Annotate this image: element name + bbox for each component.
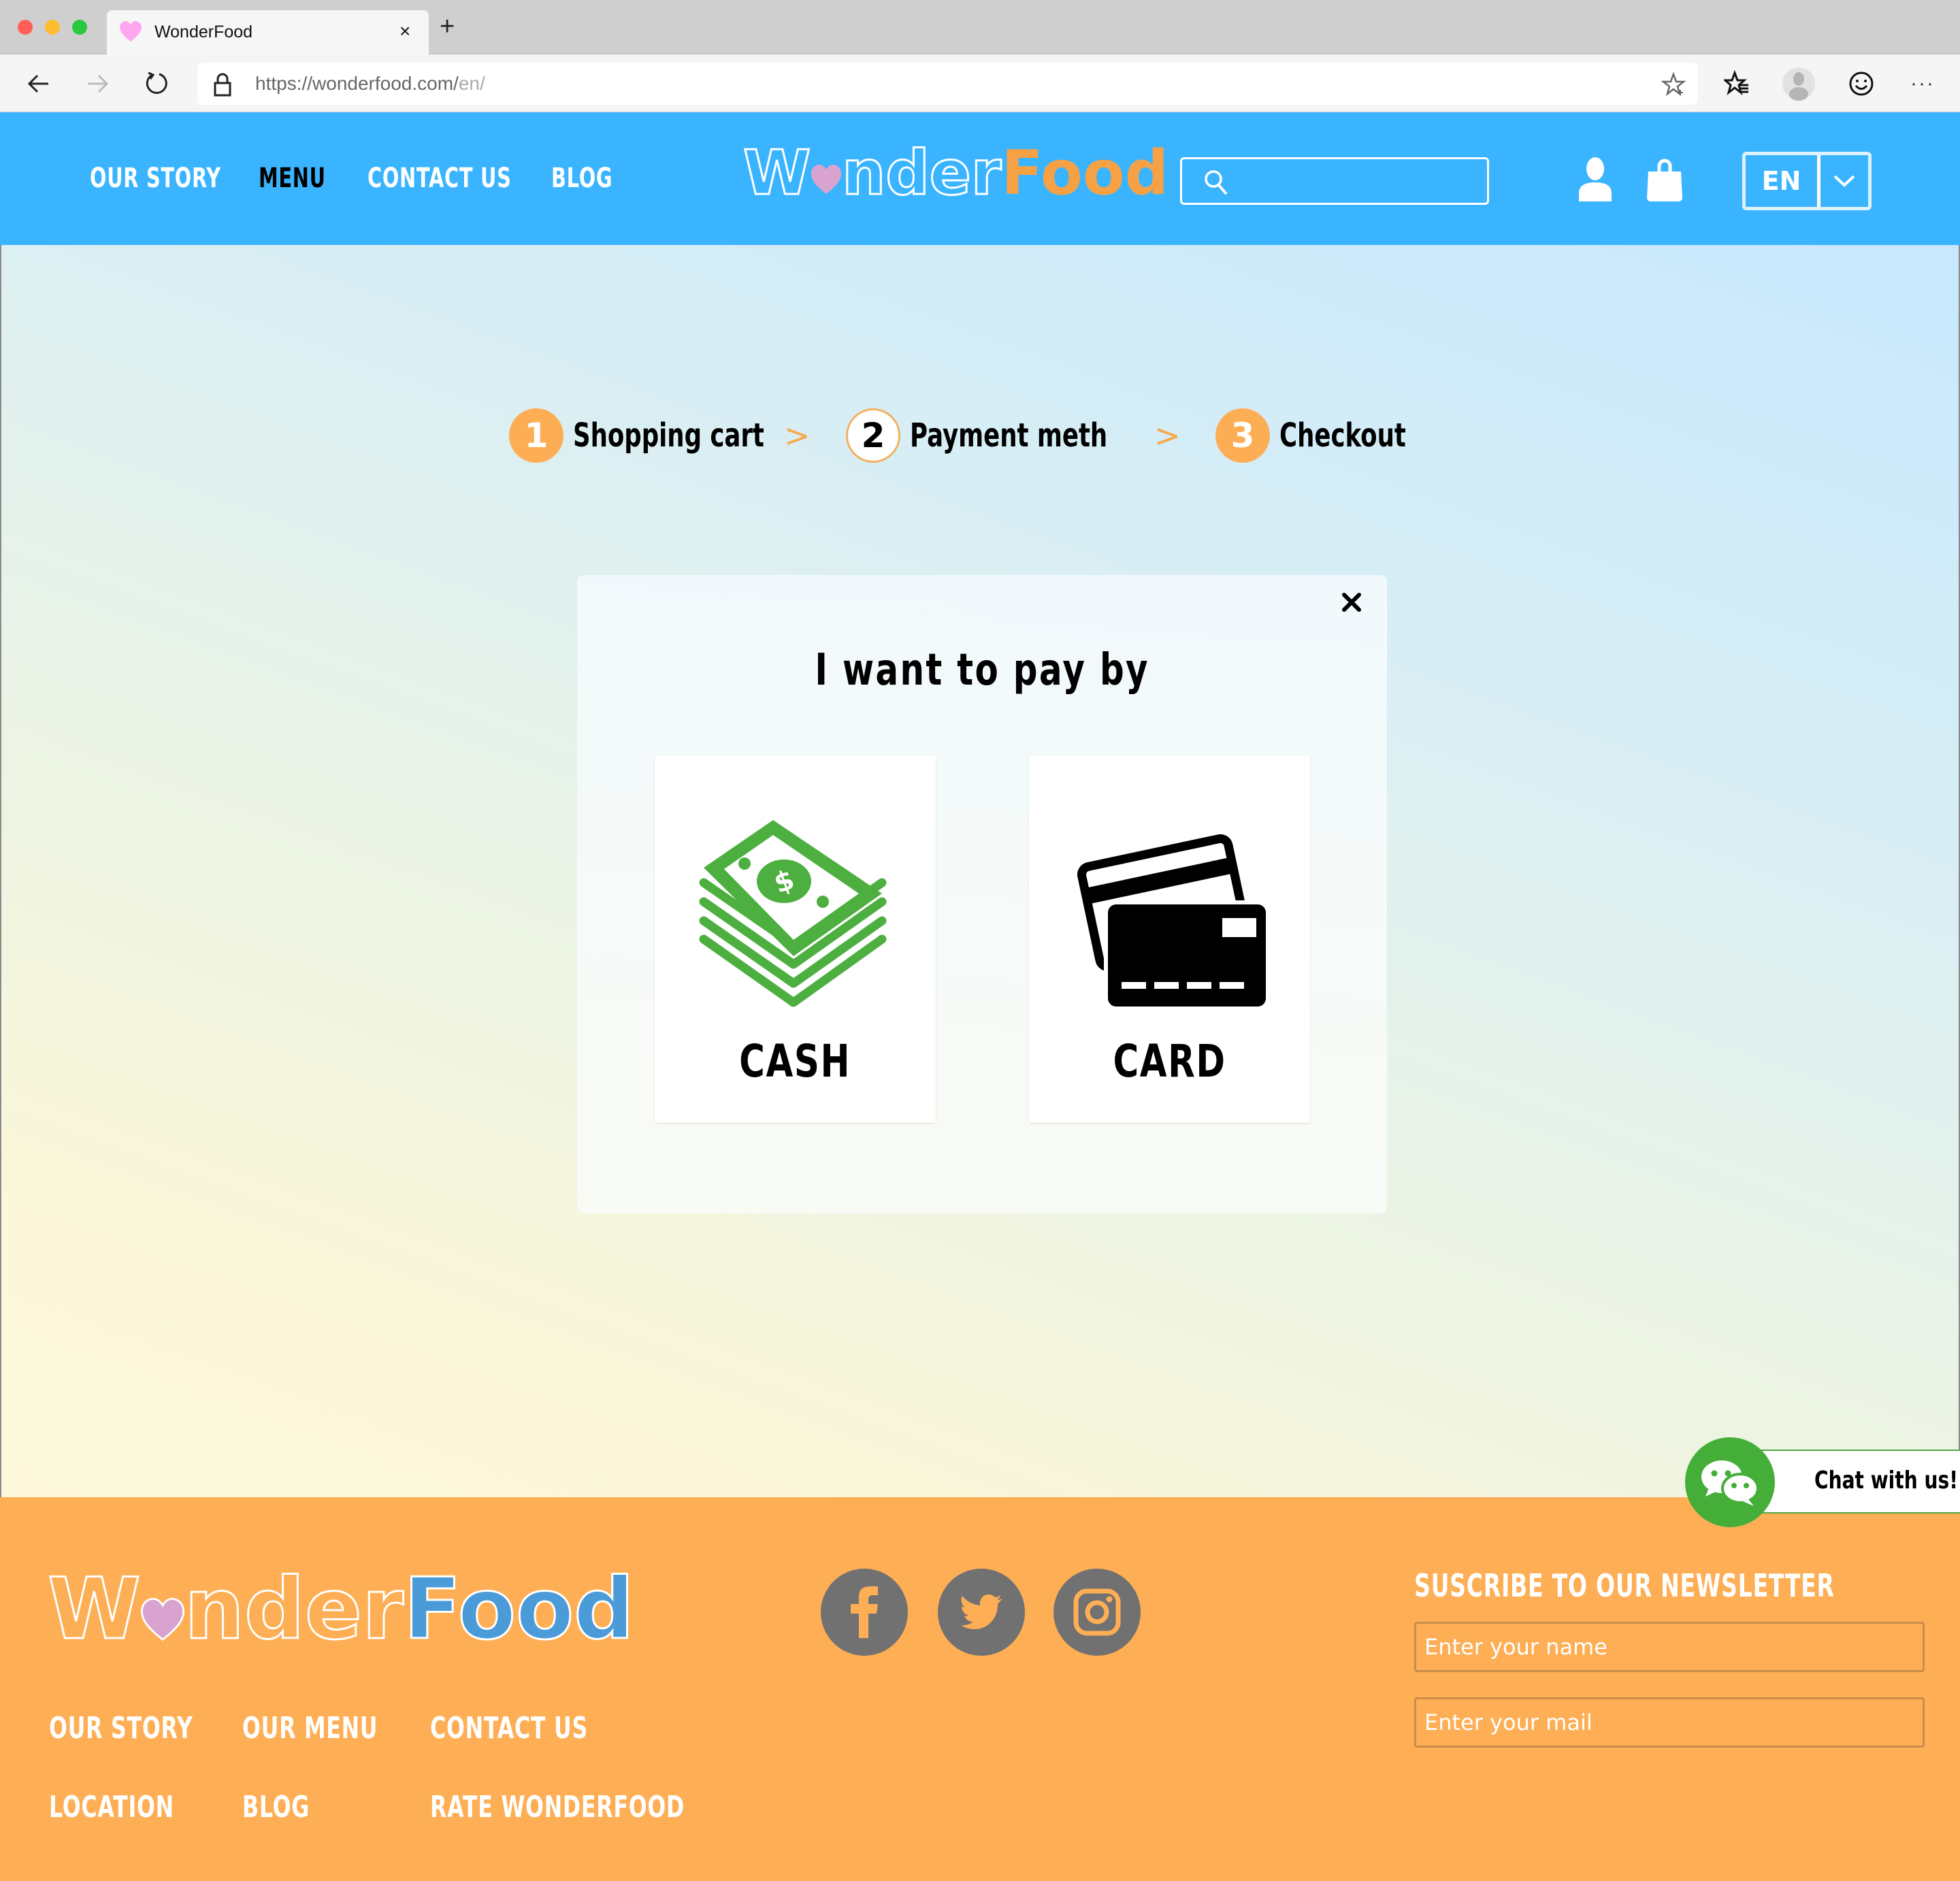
site-header: OUR STORY MENU CONTACT US BLOG WnderFood… — [0, 112, 1960, 245]
step-number: 3 — [1215, 408, 1270, 463]
footer-link-location[interactable]: LOCATION — [49, 1788, 174, 1827]
search-box[interactable] — [1180, 157, 1489, 205]
newsletter-name-input[interactable] — [1414, 1622, 1925, 1672]
step-label: Shopping cart — [573, 416, 764, 455]
step-separator-icon: > — [1154, 417, 1181, 454]
more-button[interactable]: ··· — [1906, 67, 1940, 101]
favorites-icon — [1724, 70, 1748, 95]
browser-tab[interactable]: WonderFood × — [107, 10, 429, 54]
tab-close-button[interactable]: × — [399, 20, 410, 43]
nav-menu[interactable]: MENU — [259, 161, 326, 195]
logo-text-food: Food — [403, 1560, 636, 1658]
forward-button[interactable] — [80, 67, 114, 101]
twitter-link[interactable] — [938, 1569, 1025, 1656]
site-logo[interactable]: WnderFood — [742, 137, 1169, 209]
pink-heart-icon — [120, 21, 142, 42]
pay-by-cash-option[interactable]: $ CASH — [655, 755, 936, 1123]
user-icon[interactable] — [1573, 157, 1617, 201]
language-code: EN — [1746, 155, 1820, 207]
back-button[interactable] — [22, 67, 56, 101]
new-tab-button[interactable]: + — [440, 14, 455, 39]
nav-blog[interactable]: BLOG — [551, 161, 612, 195]
footer-link-blog[interactable]: BLOG — [242, 1788, 310, 1827]
nav-our-story[interactable]: OUR STORY — [90, 161, 221, 195]
facebook-icon — [851, 1586, 878, 1638]
instagram-link[interactable] — [1054, 1569, 1141, 1656]
step-number: 1 — [509, 408, 564, 463]
lock-icon — [214, 73, 231, 97]
step-checkout[interactable]: 3 Checkout — [1215, 408, 1450, 463]
add-favorite-star-icon[interactable] — [1661, 72, 1686, 97]
logo-text-w: W — [742, 137, 811, 209]
cash-stack-icon: $ — [699, 820, 886, 1007]
step-payment-method[interactable]: 2 Payment meth — [846, 408, 1177, 463]
card-label-text: CARD — [1113, 1035, 1226, 1087]
chat-widget[interactable]: Chat with us! — [1685, 1437, 1960, 1527]
step-shopping-cart[interactable]: 1 Shopping cart — [509, 408, 832, 463]
footer-logo[interactable]: WnderFood — [47, 1560, 636, 1658]
close-icon — [1342, 593, 1361, 612]
wechat-bubbles-icon — [1701, 1460, 1759, 1506]
chat-label: Chat with us! — [1814, 1467, 1959, 1494]
browser-tab-bar: WonderFood × + — [0, 0, 1960, 54]
back-arrow-icon — [27, 74, 48, 93]
browser-toolbar: https://wonderfood.com/en/ ··· — [0, 54, 1960, 112]
checkout-content: 1 Shopping cart > 2 Payment meth > 3 Che… — [0, 245, 1960, 1497]
footer-link-contact-us[interactable]: CONTACT US — [430, 1710, 588, 1748]
step-label: Payment meth — [910, 416, 1108, 455]
newsletter-title: SUSCRIBE TO OUR NEWSLETTER — [1414, 1567, 1835, 1604]
step-label: Checkout — [1279, 416, 1406, 455]
emoji-feedback-icon — [1849, 71, 1874, 96]
url-text: https://wonderfood.com/en/ — [255, 73, 485, 95]
window-minimize-button[interactable] — [45, 20, 60, 35]
card-label: CARD — [1029, 1034, 1310, 1089]
chat-button[interactable] — [1685, 1437, 1775, 1527]
favorites-button[interactable] — [1720, 67, 1754, 101]
url-domain: https://wonderfood.com/ — [255, 73, 459, 94]
newsletter-mail-input[interactable] — [1414, 1697, 1925, 1748]
pay-by-card-option[interactable]: CARD — [1029, 755, 1310, 1123]
nav-contact-us[interactable]: CONTACT US — [368, 161, 512, 195]
window-close-button[interactable] — [18, 20, 33, 35]
footer-link-our-menu[interactable]: OUR MENU — [242, 1710, 378, 1748]
footer-link-our-story[interactable]: OUR STORY — [49, 1710, 193, 1748]
reload-button[interactable] — [140, 67, 174, 101]
step-number: 2 — [846, 408, 900, 463]
modal-title-text: I want to pay by — [815, 645, 1149, 696]
cash-label-text: CASH — [739, 1035, 851, 1087]
instagram-icon — [1073, 1588, 1121, 1636]
payment-method-modal: I want to pay by $ CASH CARD — [577, 575, 1387, 1213]
logo-text-nder: nder — [841, 137, 1002, 209]
feedback-button[interactable] — [1844, 67, 1878, 101]
cash-label: CASH — [655, 1034, 936, 1089]
credit-cards-icon — [1077, 834, 1266, 1008]
modal-title: I want to pay by — [577, 643, 1387, 698]
tab-title: WonderFood — [154, 22, 253, 42]
site-footer: WnderFood OUR STORY OUR MENU CONTACT US … — [0, 1497, 1960, 1881]
more-icon: ··· — [1910, 72, 1935, 95]
twitter-icon — [961, 1594, 1002, 1629]
forward-arrow-icon — [88, 74, 109, 93]
address-bar[interactable]: https://wonderfood.com/en/ — [197, 63, 1698, 105]
modal-close-button[interactable] — [1335, 586, 1368, 619]
checkout-steps: 1 Shopping cart > 2 Payment meth > 3 Che… — [1, 408, 1960, 463]
url-path: en/ — [458, 73, 485, 94]
reload-icon — [146, 71, 167, 94]
shopping-bag-icon[interactable] — [1643, 157, 1686, 201]
footer-link-rate-wonderfood[interactable]: RATE WONDERFOOD — [430, 1788, 685, 1827]
step-separator-icon: > — [784, 417, 811, 454]
chevron-down-icon — [1820, 155, 1868, 207]
heart-icon — [811, 165, 842, 194]
logo-text-w: W — [47, 1560, 142, 1658]
heart-icon — [140, 1598, 184, 1641]
search-input[interactable] — [1240, 163, 1478, 199]
facebook-link[interactable] — [821, 1569, 908, 1656]
search-icon — [1205, 170, 1228, 195]
window-maximize-button[interactable] — [72, 20, 87, 35]
language-selector[interactable]: EN — [1742, 152, 1872, 210]
profile-button[interactable] — [1782, 67, 1816, 101]
profile-icon — [1782, 67, 1815, 101]
logo-text-nder: nder — [183, 1560, 404, 1658]
logo-text-food: Food — [1001, 137, 1169, 209]
